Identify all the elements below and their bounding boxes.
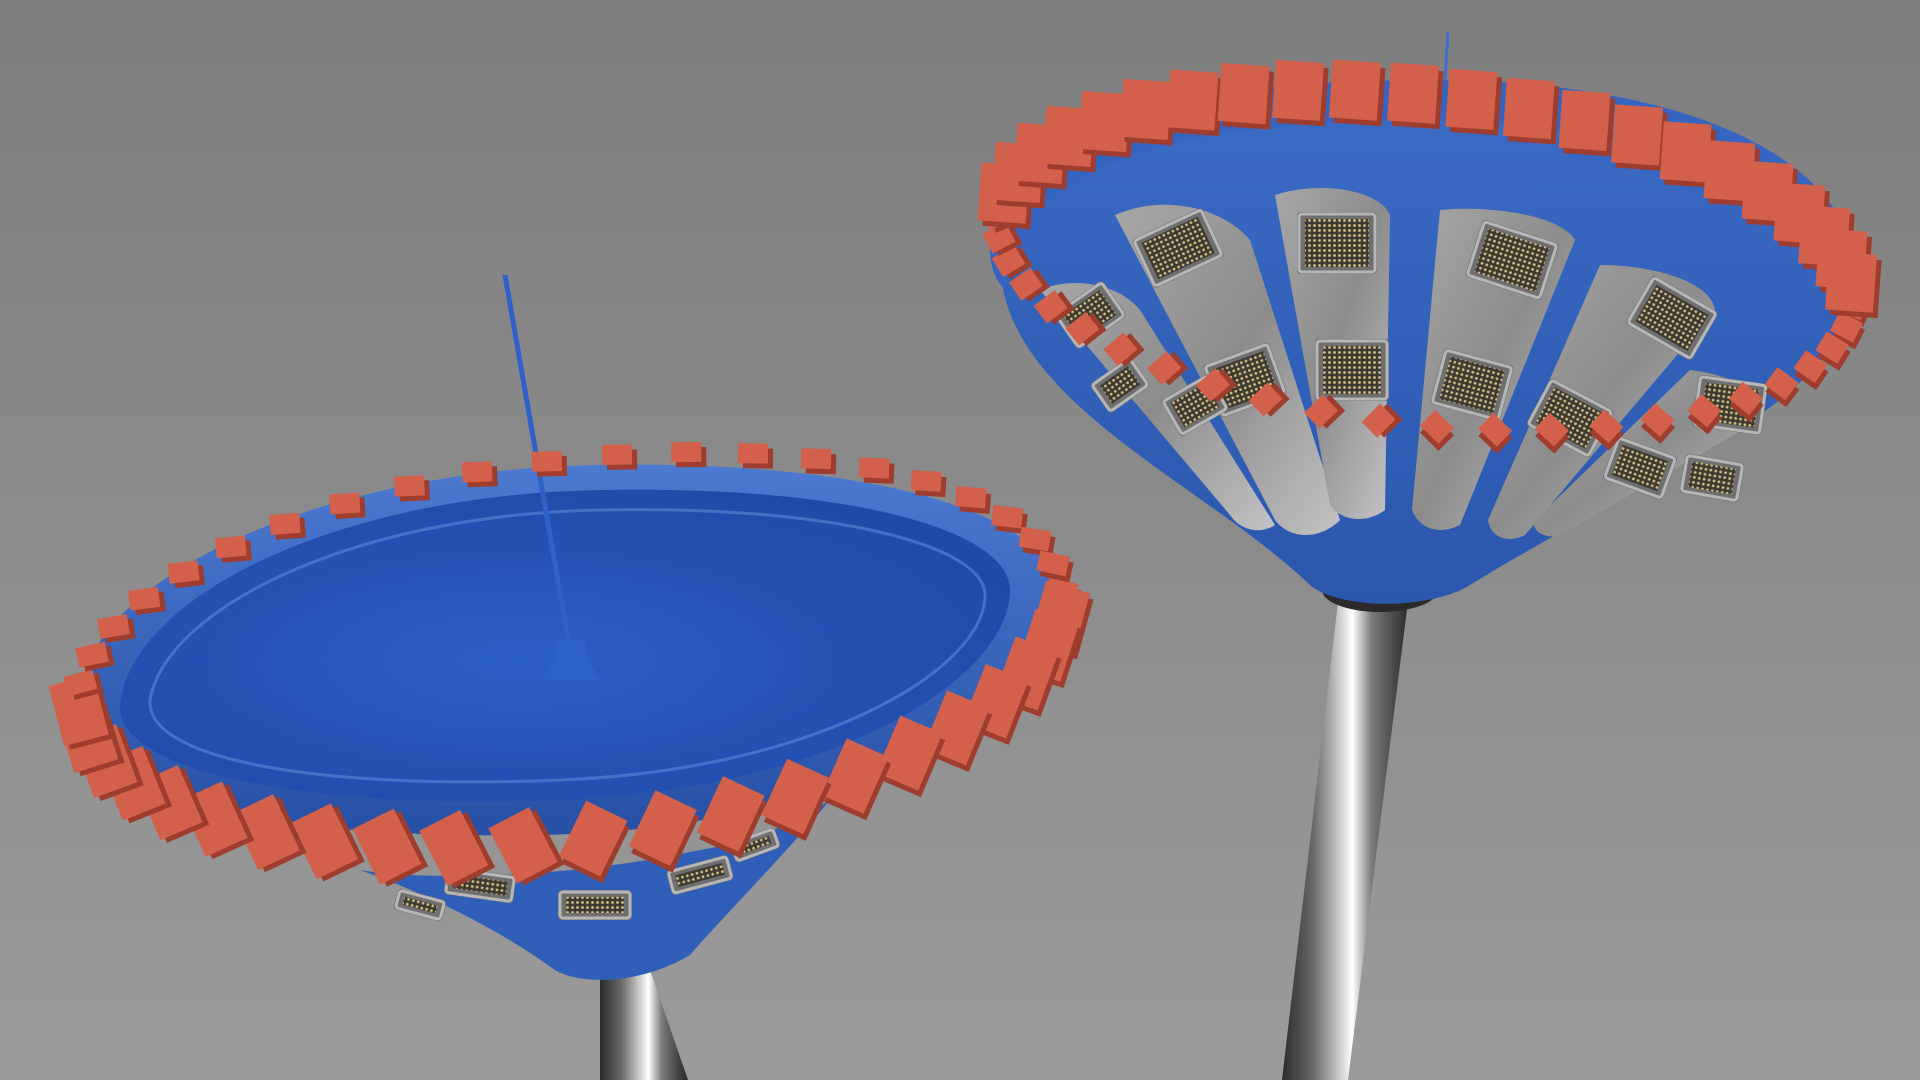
rim-block bbox=[1825, 251, 1882, 319]
rim-block bbox=[1387, 62, 1444, 130]
rim-block bbox=[910, 470, 947, 498]
led-panel bbox=[558, 890, 632, 920]
rim-block bbox=[1272, 59, 1329, 127]
rim-block bbox=[1166, 69, 1224, 136]
rim-block bbox=[955, 486, 992, 514]
rim-block bbox=[858, 457, 895, 484]
rim-block bbox=[1328, 59, 1386, 127]
rim-block bbox=[737, 443, 774, 469]
rim-block bbox=[800, 448, 837, 475]
rim-block bbox=[1558, 89, 1616, 157]
rim-block bbox=[1611, 104, 1668, 171]
rim-block bbox=[1217, 63, 1275, 130]
rim-block bbox=[1445, 68, 1502, 136]
render-scene bbox=[0, 0, 1920, 1080]
rim-block bbox=[601, 444, 638, 470]
led-panel bbox=[1297, 212, 1377, 274]
led-panel bbox=[1315, 339, 1389, 401]
rim-block bbox=[671, 442, 707, 468]
rim-block bbox=[1502, 77, 1560, 145]
